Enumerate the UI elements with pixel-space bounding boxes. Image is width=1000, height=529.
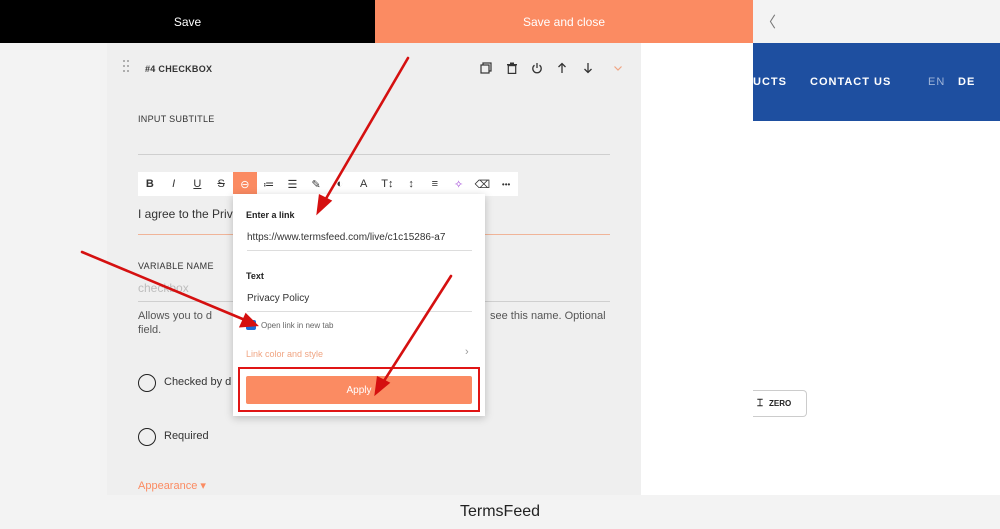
- subtitle-text-input[interactable]: I agree to the Priv: [138, 207, 233, 221]
- more-icon[interactable]: •••: [494, 172, 518, 196]
- open-new-tab-checkbox[interactable]: ✓: [246, 320, 256, 330]
- zero-badge[interactable]: ⌶ ZERO: [753, 390, 807, 417]
- footer-brand: TermsFeed: [0, 495, 1000, 529]
- required-label: Required: [164, 430, 209, 442]
- zero-badge-label: ZERO: [769, 399, 792, 408]
- apply-button[interactable]: Apply: [246, 376, 472, 404]
- arrow-down-icon[interactable]: [582, 62, 594, 74]
- checked-by-default-label: Checked by d: [164, 376, 232, 388]
- chevron-down-icon[interactable]: [612, 62, 624, 74]
- appearance-toggle[interactable]: Appearance ▾: [138, 479, 206, 492]
- power-icon[interactable]: [531, 62, 543, 74]
- unordered-list-icon[interactable]: ☰: [281, 172, 305, 196]
- text-label: Text: [246, 271, 264, 281]
- line-height-icon[interactable]: ↕: [399, 172, 423, 196]
- link-text-input[interactable]: Privacy Policy: [247, 293, 309, 304]
- input-subtitle-label: INPUT SUBTITLE: [138, 114, 215, 124]
- italic-icon[interactable]: I: [162, 172, 186, 196]
- divider: [247, 250, 472, 251]
- trash-icon[interactable]: [506, 62, 518, 75]
- font-icon[interactable]: A: [352, 172, 376, 196]
- variable-name-input[interactable]: checkbox: [138, 281, 189, 295]
- required-radio[interactable]: [138, 428, 156, 446]
- page-background: [0, 43, 107, 495]
- align-icon[interactable]: ≡: [423, 172, 447, 196]
- font-size-icon[interactable]: T↕: [376, 172, 400, 196]
- help-text-line2: field.: [138, 324, 162, 336]
- copy-icon[interactable]: [480, 62, 492, 74]
- ordered-list-icon[interactable]: ≔: [257, 172, 281, 196]
- divider: [247, 311, 472, 312]
- save-button[interactable]: Save: [0, 0, 375, 43]
- rich-text-toolbar: B I U S ⊖ ≔ ☰ ✎ ◐ A T↕ ↕ ≡ ✧ ⌫ •••: [138, 172, 518, 196]
- divider: [138, 154, 610, 155]
- bold-icon[interactable]: B: [138, 172, 162, 196]
- nav-link-contact[interactable]: CONTACT US: [810, 76, 891, 88]
- variable-name-label: VARIABLE NAME: [138, 261, 214, 271]
- help-text-end: see this name. Optional: [489, 310, 606, 322]
- lang-en-link[interactable]: EN: [928, 76, 945, 88]
- eraser-icon[interactable]: ⌫: [471, 172, 495, 196]
- open-new-tab-label: Open link in new tab: [261, 321, 334, 330]
- nav-link-products[interactable]: UCTS: [753, 76, 787, 88]
- link-url-input[interactable]: https://www.termsfeed.com/live/c1c15286-…: [247, 232, 445, 243]
- enter-link-label: Enter a link: [246, 210, 295, 220]
- lang-de-link[interactable]: DE: [958, 76, 975, 88]
- block-title: #4 CHECKBOX: [145, 64, 213, 74]
- link-color-style-link[interactable]: Link color and style: [246, 349, 323, 359]
- bracket-icon: ⌶: [757, 398, 763, 409]
- drag-handle-icon[interactable]: [123, 60, 131, 76]
- chevron-right-icon: ›: [465, 346, 469, 358]
- pen-icon[interactable]: ✎: [304, 172, 328, 196]
- arrow-up-icon[interactable]: [556, 62, 568, 74]
- magic-icon[interactable]: ✧: [447, 172, 471, 196]
- panel-gutter: [641, 43, 657, 495]
- strikethrough-icon[interactable]: S: [209, 172, 233, 196]
- link-icon[interactable]: ⊖: [233, 172, 257, 196]
- underline-icon[interactable]: U: [186, 172, 210, 196]
- checked-by-default-radio[interactable]: [138, 374, 156, 392]
- color-icon[interactable]: ◐: [328, 172, 352, 196]
- save-and-close-button[interactable]: Save and close: [375, 0, 753, 43]
- help-text-start: Allows you to d: [138, 310, 212, 322]
- collapse-arrow-icon[interactable]: 〈: [753, 0, 1000, 43]
